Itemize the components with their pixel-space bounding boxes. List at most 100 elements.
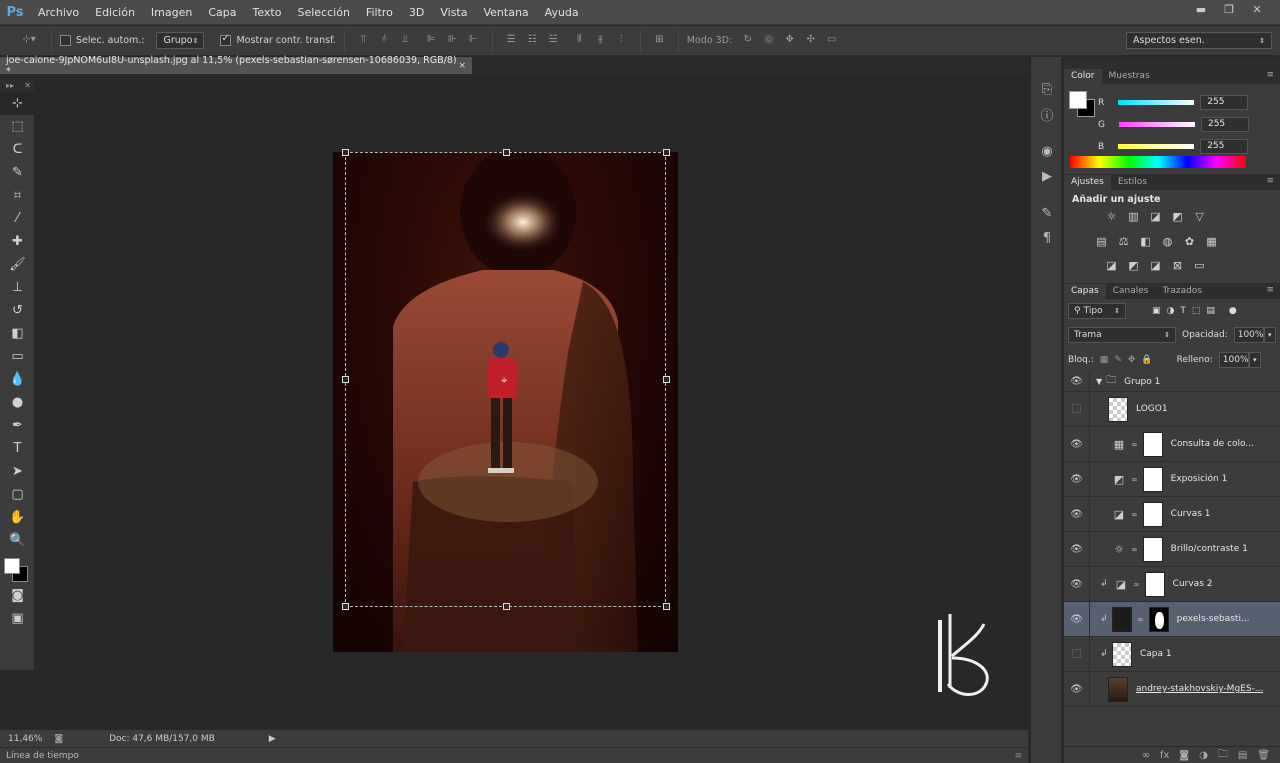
healing-brush-tool-icon[interactable]: ✚	[0, 230, 35, 253]
dodge-tool-icon[interactable]: ●	[0, 391, 35, 414]
green-slider[interactable]	[1118, 122, 1195, 127]
tab-styles[interactable]: Estilos	[1111, 175, 1154, 190]
menu-item-3[interactable]: Capa	[200, 0, 244, 25]
link-icon[interactable]: ∞	[1137, 615, 1144, 624]
auto-select-checkbox[interactable]	[60, 35, 71, 46]
link-layers-icon[interactable]: ∞	[1142, 750, 1150, 761]
lock-all-icon[interactable]: 🔒	[1141, 355, 1152, 365]
tab-adjustments[interactable]: Ajustes	[1064, 175, 1111, 190]
transform-handle[interactable]	[503, 603, 510, 610]
layer-row[interactable]: 👁 andrey-stakhovskiy-MgES-...	[1064, 671, 1280, 707]
menu-item-1[interactable]: Edición	[87, 0, 143, 25]
layer-mask-thumbnail[interactable]	[1142, 466, 1163, 492]
tools-panel-header[interactable]: ▸▸ ✕	[0, 80, 34, 92]
menu-item-0[interactable]: Archivo	[30, 0, 87, 25]
transform-handle[interactable]	[663, 603, 670, 610]
layer-mask-thumbnail[interactable]	[1142, 431, 1163, 457]
transform-handle[interactable]	[503, 149, 510, 156]
filter-toggle-icon[interactable]: ●	[1229, 306, 1237, 316]
lock-transparent-icon[interactable]: ▦	[1100, 355, 1109, 365]
green-value[interactable]: 255	[1200, 117, 1249, 132]
timeline-panel[interactable]: Línea de tiempo ≡	[0, 747, 1028, 763]
visibility-eye-icon[interactable]: 👁	[1064, 566, 1090, 602]
foreground-color-swatch[interactable]	[4, 558, 20, 574]
menu-item-2[interactable]: Imagen	[143, 0, 200, 25]
status-menu-arrow-icon[interactable]: ▶	[269, 734, 276, 744]
distribute-hcenter-icon[interactable]: ⫵	[593, 34, 608, 47]
workspace-dropdown[interactable]: Aspectos esen. ⇕	[1126, 32, 1272, 49]
panel-menu-icon[interactable]: ≡	[1266, 285, 1274, 295]
visibility-eye-icon[interactable]: 👁	[1064, 496, 1090, 532]
tab-color[interactable]: Color	[1064, 69, 1102, 84]
drag-3d-icon[interactable]: ✥	[782, 34, 797, 47]
crop-tool-icon[interactable]: ⌗	[0, 184, 35, 207]
blend-mode-dropdown[interactable]: Trama ⇕	[1068, 327, 1176, 343]
layer-thumbnail[interactable]	[1112, 606, 1132, 632]
type-tool-icon[interactable]: T	[0, 437, 35, 460]
transform-handle[interactable]	[342, 376, 349, 383]
zoom-level[interactable]: 11,46%	[8, 734, 42, 744]
brightness-contrast-icon[interactable]: ☼	[1104, 210, 1119, 224]
pen-tool-icon[interactable]: ✒	[0, 414, 35, 437]
menu-item-8[interactable]: Vista	[432, 0, 475, 25]
layer-thumbnail[interactable]	[1112, 641, 1132, 667]
blue-value[interactable]: 255	[1200, 139, 1249, 154]
scale-3d-icon[interactable]: ▭	[824, 34, 839, 47]
menu-item-4[interactable]: Texto	[245, 0, 290, 25]
visibility-eye-icon[interactable]: 👁	[1064, 426, 1090, 462]
invert-icon[interactable]: ◪	[1104, 259, 1119, 273]
maximize-button[interactable]: ❐	[1216, 0, 1242, 18]
layer-row[interactable]: 👁 ▼ 🗀 Grupo 1	[1064, 371, 1280, 392]
exposure-icon[interactable]: ◩	[1170, 210, 1185, 224]
quick-mask-icon[interactable]: ◙	[0, 584, 35, 607]
tab-swatches[interactable]: Muestras	[1102, 69, 1157, 84]
layer-filter-dropdown[interactable]: ⚲ Tipo ⇕	[1068, 303, 1126, 319]
auto-select-dropdown[interactable]: Grupo ⇕	[156, 32, 205, 49]
layer-mask-thumbnail[interactable]	[1144, 571, 1165, 597]
curves-icon[interactable]: ◪	[1148, 210, 1163, 224]
filter-smart-icon[interactable]: ▤	[1206, 306, 1215, 316]
brush-panel-icon[interactable]: ✎	[1031, 201, 1063, 226]
posterize-icon[interactable]: ◩	[1126, 259, 1141, 273]
clone-stamp-tool-icon[interactable]: ⊥	[0, 276, 35, 299]
link-icon[interactable]: ∞	[1133, 580, 1140, 589]
show-transform-checkbox[interactable]	[220, 33, 232, 46]
menu-item-7[interactable]: 3D	[401, 0, 432, 25]
threshold-icon[interactable]: ◪	[1148, 259, 1163, 273]
link-icon[interactable]: ∞	[1131, 510, 1138, 519]
filter-type-icon[interactable]: T	[1180, 306, 1186, 316]
align-hcenter-icon[interactable]: ⊪	[445, 34, 460, 47]
align-bottom-icon[interactable]: ⫫	[398, 34, 413, 47]
history-panel-icon[interactable]: ⎘	[1031, 77, 1063, 102]
distribute-top-icon[interactable]: ☰	[504, 34, 519, 47]
red-value[interactable]: 255	[1200, 95, 1249, 110]
visibility-toggle[interactable]	[1064, 391, 1090, 427]
levels-icon[interactable]: ▥	[1126, 210, 1141, 224]
transform-handle[interactable]	[663, 149, 670, 156]
layer-row[interactable]: 👁 ◩ ∞ Exposición 1	[1064, 461, 1280, 497]
layer-row[interactable]: 👁 ▦ ∞ Consulta de colo...	[1064, 426, 1280, 462]
transform-handle[interactable]	[342, 603, 349, 610]
layer-row[interactable]: 👁 ☼ ∞ Brillo/contraste 1	[1064, 531, 1280, 567]
filter-pixel-icon[interactable]: ▣	[1152, 306, 1161, 316]
fill-arrow-icon[interactable]: ▾	[1248, 352, 1261, 368]
color-balance-icon[interactable]: ⚖	[1116, 235, 1131, 249]
delete-layer-icon[interactable]: 🗑	[1257, 750, 1270, 761]
reference-point-icon[interactable]: ⌖	[501, 374, 507, 388]
close-tab-icon[interactable]: ×	[458, 61, 466, 71]
transform-handle[interactable]	[342, 149, 349, 156]
layer-row[interactable]: 👁 ◪ ∞ Curvas 1	[1064, 496, 1280, 532]
rectangle-tool-icon[interactable]: ▢	[0, 483, 35, 506]
layer-mask-thumbnail[interactable]	[1142, 536, 1163, 562]
color-spectrum[interactable]	[1070, 156, 1246, 168]
visibility-eye-icon[interactable]: 👁	[1064, 461, 1090, 497]
link-icon[interactable]: ∞	[1131, 475, 1138, 484]
lasso-tool-icon[interactable]: ᑕ	[0, 138, 35, 161]
status-info-icon[interactable]: ◙	[54, 734, 63, 744]
layer-style-icon[interactable]: fx	[1160, 750, 1169, 761]
tab-channels[interactable]: Canales	[1106, 284, 1156, 299]
screen-mode-icon[interactable]: ▣	[0, 607, 35, 630]
new-group-icon[interactable]: 🗀	[1218, 747, 1228, 763]
link-icon[interactable]: ∞	[1131, 545, 1138, 554]
brush-tool-icon[interactable]: 🖌	[0, 253, 35, 276]
